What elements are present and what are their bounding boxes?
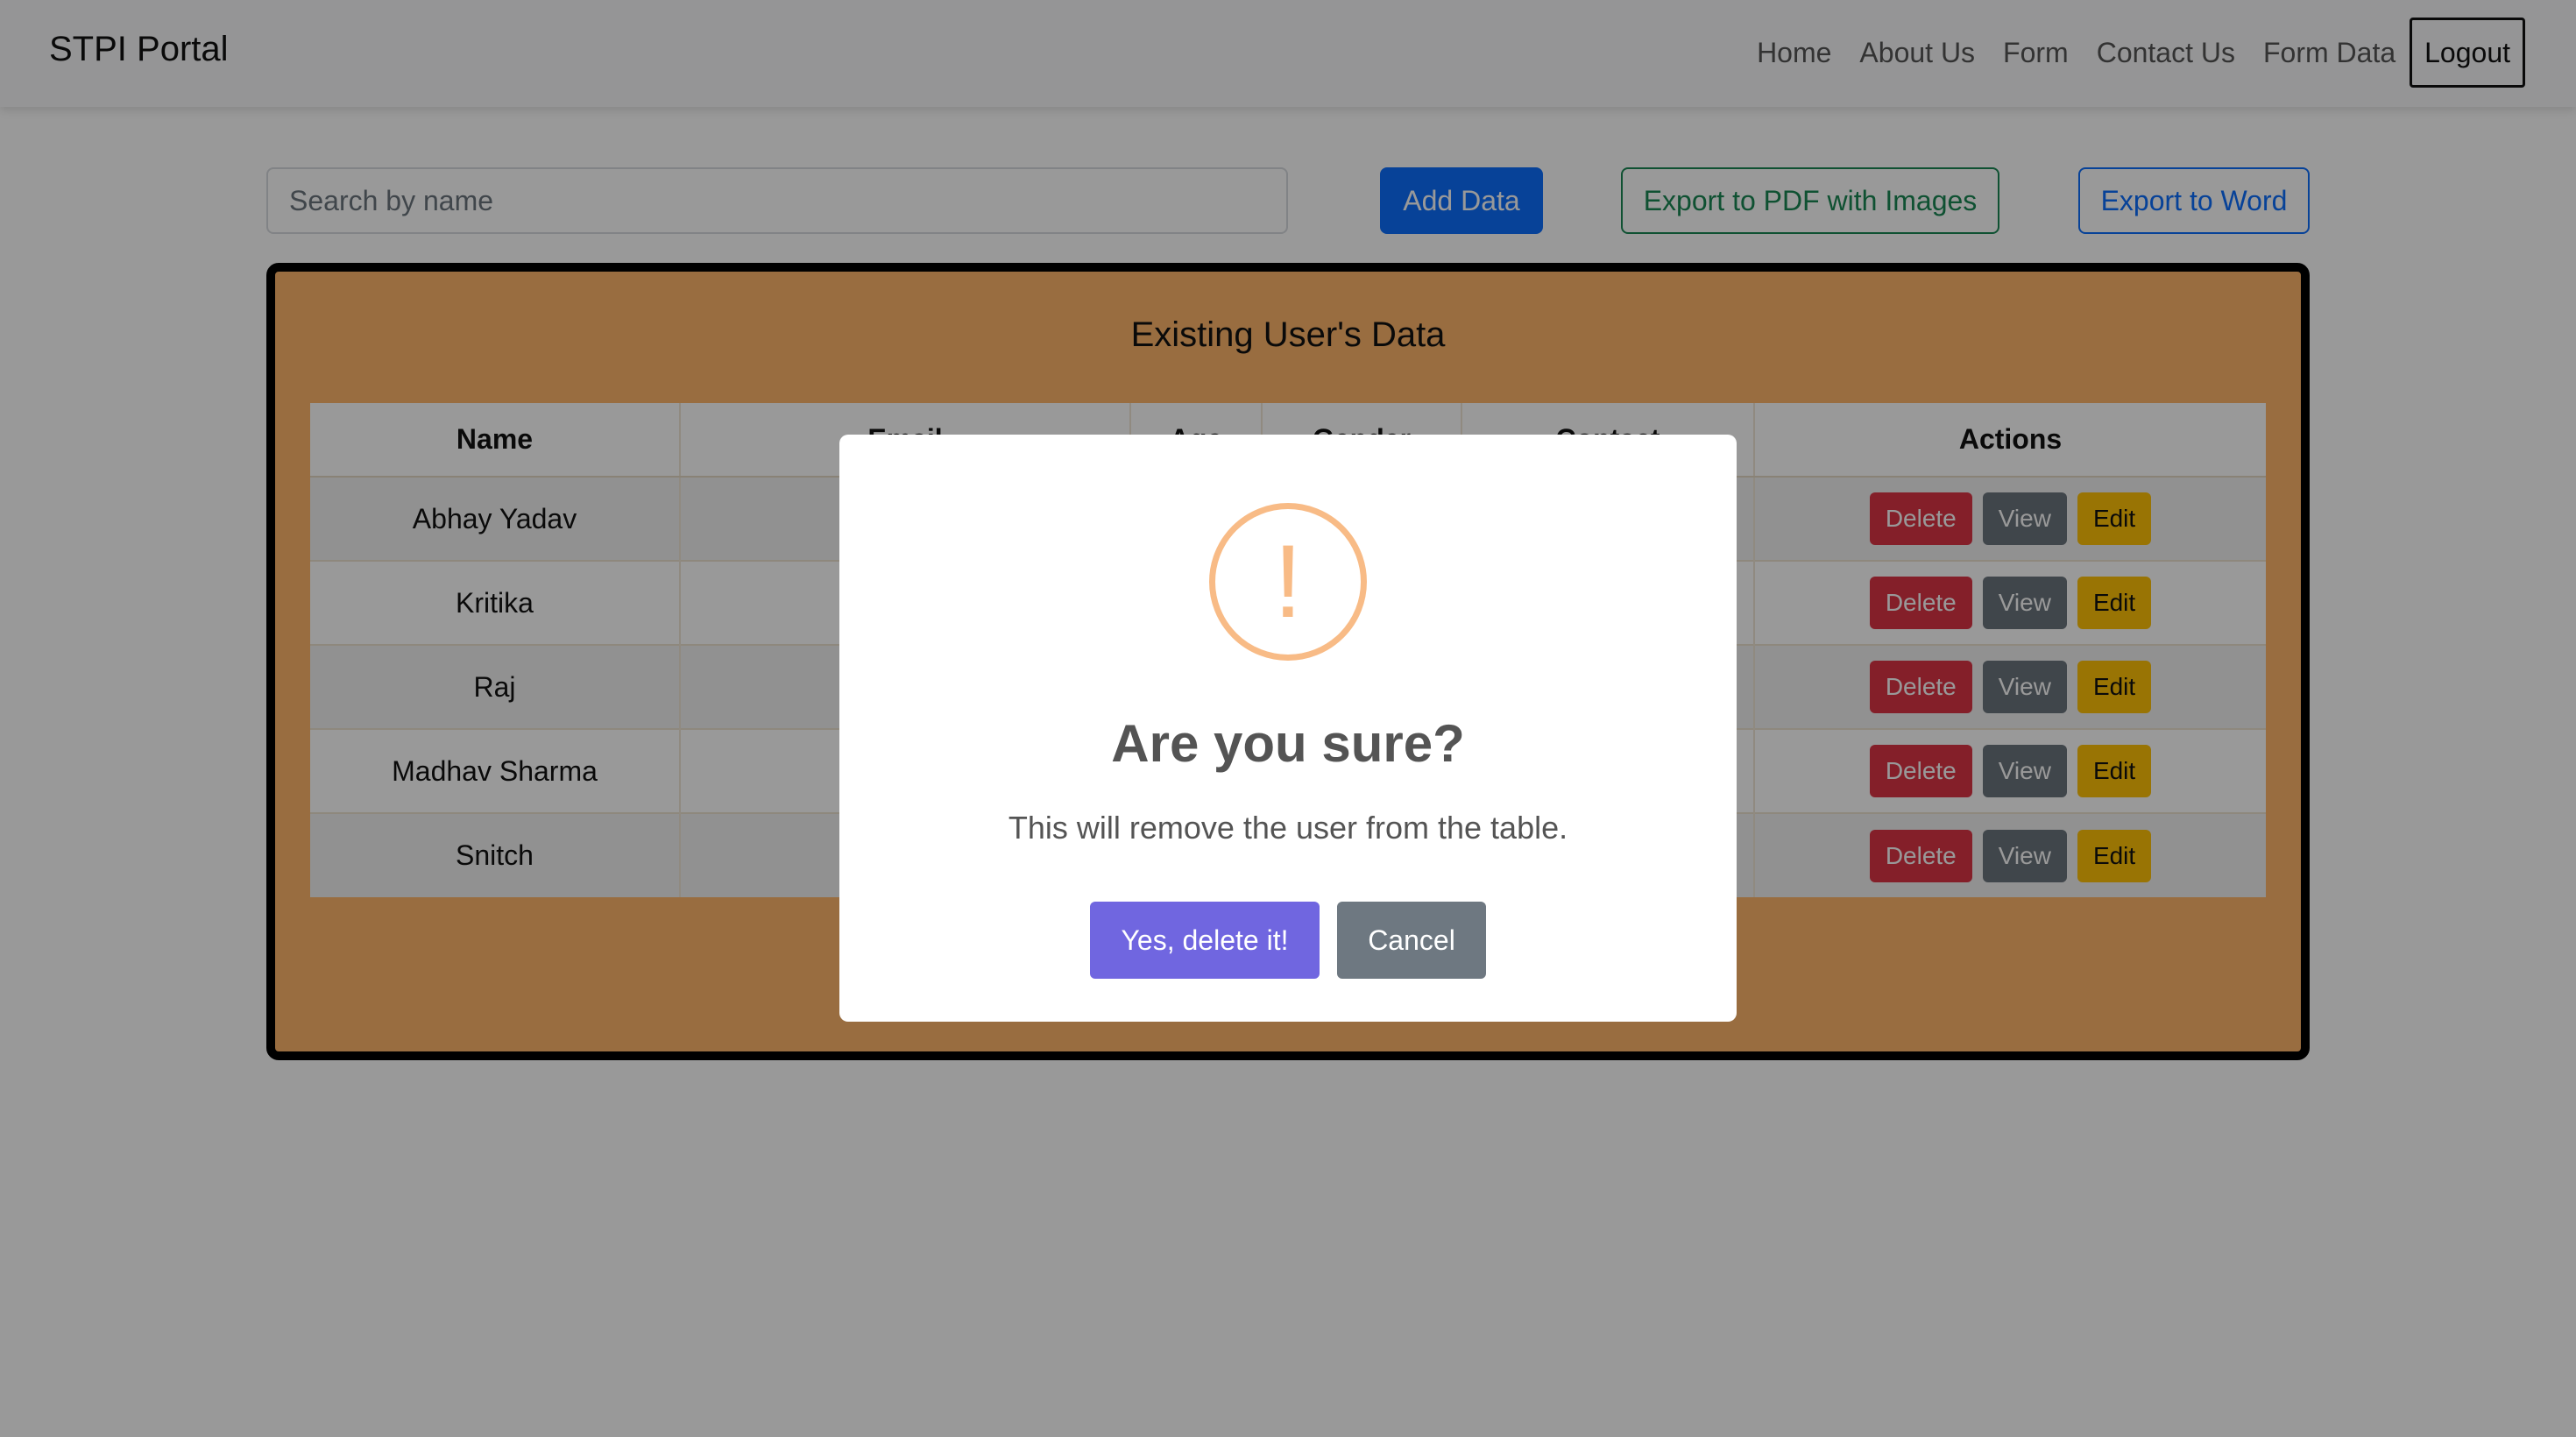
dialog-message: This will remove the user from the table…	[1008, 810, 1568, 846]
cancel-button[interactable]: Cancel	[1337, 902, 1486, 979]
warning-icon: !	[1209, 503, 1367, 661]
confirm-delete-button[interactable]: Yes, delete it!	[1090, 902, 1320, 979]
confirm-dialog: ! Are you sure? This will remove the use…	[839, 435, 1737, 1022]
dialog-title: Are you sure?	[1111, 714, 1465, 773]
